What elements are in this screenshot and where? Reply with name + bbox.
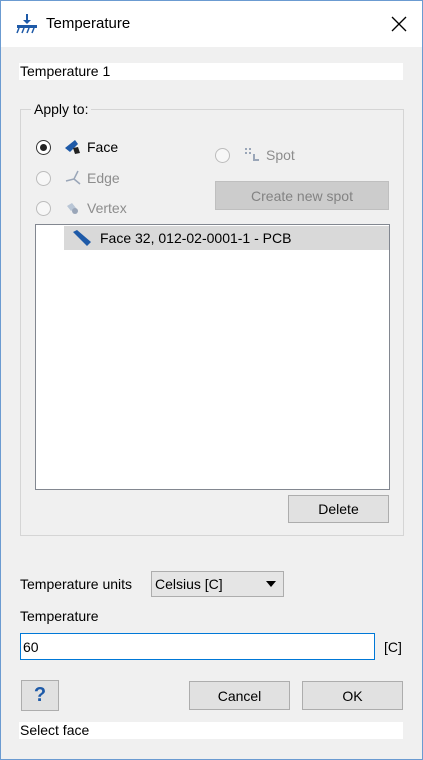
temperature-unit: [C] xyxy=(384,639,402,655)
name-field[interactable] xyxy=(19,63,403,80)
temperature-dialog: Temperature Apply to: Face Edge xyxy=(0,0,423,760)
apply-to-title: Apply to: xyxy=(31,101,92,117)
vertex-icon xyxy=(67,203,78,214)
status-text: Select face xyxy=(19,722,403,739)
list-item-label: Face 32, 012-02-0001-1 - PCB xyxy=(100,230,292,246)
radio-vertex-button[interactable] xyxy=(36,200,51,216)
ok-button[interactable]: OK xyxy=(302,681,403,710)
edge-icon xyxy=(65,170,81,185)
help-button[interactable]: ? xyxy=(21,680,59,711)
list-item[interactable]: Face 32, 012-02-0001-1 - PCB xyxy=(64,226,389,250)
cancel-button[interactable]: Cancel xyxy=(189,681,290,710)
radio-spot[interactable]: Spot xyxy=(215,146,295,164)
temperature-units-select[interactable]: Celsius [C] xyxy=(151,571,284,597)
radio-face[interactable]: Face xyxy=(36,138,118,156)
spot-icon xyxy=(245,148,259,161)
temperature-units-label: Temperature units xyxy=(20,576,133,592)
temperature-bc-icon xyxy=(16,14,37,34)
window-title: Temperature xyxy=(46,15,131,32)
radio-spot-button[interactable] xyxy=(215,147,230,163)
temperature-input[interactable] xyxy=(20,633,375,660)
face-icon xyxy=(73,230,91,246)
create-new-spot-button[interactable]: Create new spot xyxy=(215,181,389,210)
delete-button[interactable]: Delete xyxy=(288,495,389,523)
radio-edge-button[interactable] xyxy=(36,170,51,186)
face-icon xyxy=(65,140,80,154)
radio-edge[interactable]: Edge xyxy=(36,169,120,187)
chevron-down-icon xyxy=(266,581,276,587)
selection-list[interactable]: Face 32, 012-02-0001-1 - PCB xyxy=(35,224,390,490)
radio-face-label: Face xyxy=(87,139,119,155)
close-icon xyxy=(391,16,407,32)
temperature-units-value: Celsius [C] xyxy=(155,576,223,592)
close-button[interactable] xyxy=(376,1,422,47)
radio-spot-label: Spot xyxy=(266,147,295,163)
radio-vertex[interactable]: Vertex xyxy=(36,199,127,217)
temperature-label: Temperature xyxy=(20,608,99,624)
radio-face-button[interactable] xyxy=(36,139,51,155)
radio-vertex-label: Vertex xyxy=(87,200,127,216)
title-bar: Temperature xyxy=(1,1,422,47)
radio-edge-label: Edge xyxy=(87,170,120,186)
